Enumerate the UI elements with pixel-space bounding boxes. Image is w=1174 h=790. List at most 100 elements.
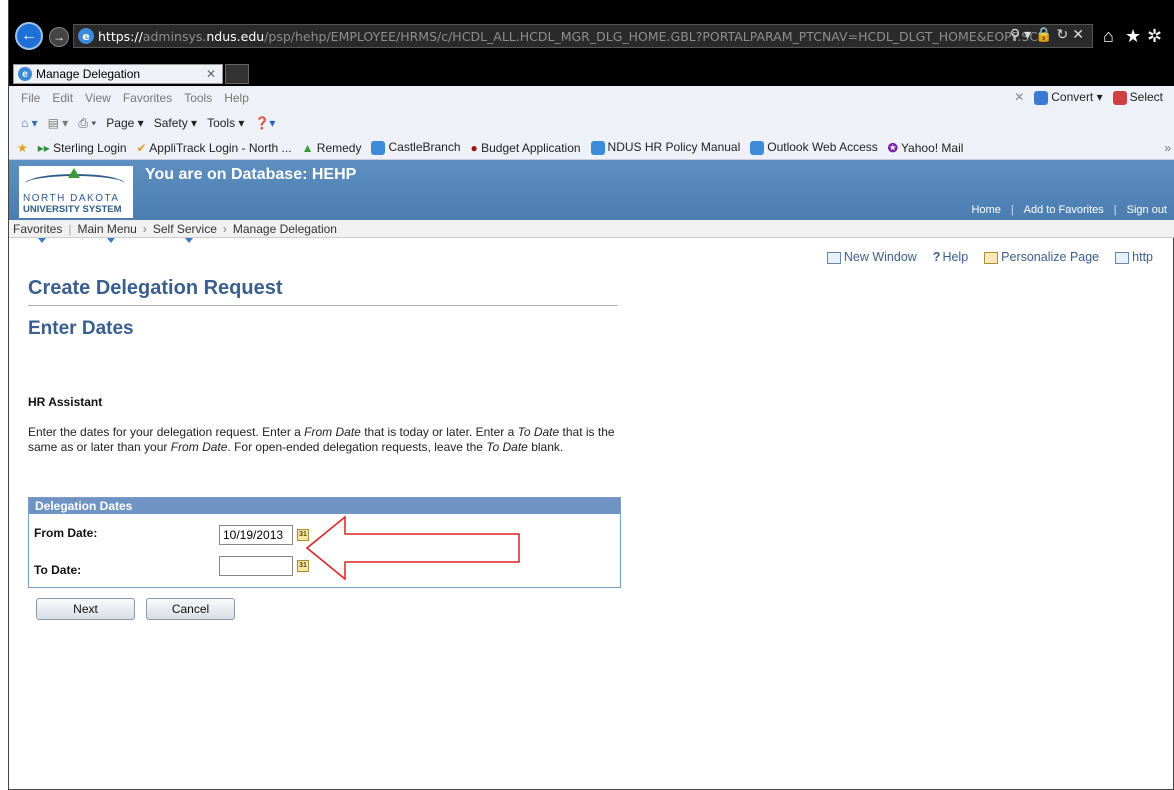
personalize-label: Personalize Page <box>1001 250 1100 264</box>
database-title: You are on Database: HEHP <box>145 166 357 183</box>
breadcrumb-main-menu[interactable]: Main Menu <box>77 222 137 243</box>
page-subtitle: Enter Dates <box>28 318 134 339</box>
instructions-text: Enter the dates for your delegation requ… <box>28 425 615 454</box>
fav-budget-label: Budget Application <box>481 140 581 155</box>
home-link[interactable]: Home <box>971 204 1000 216</box>
print-icon[interactable]: ⎙ ▾ <box>78 116 96 131</box>
address-bar-region: ← → e https://adminsys. ndus.edu/psp/hehp… <box>9 0 1174 62</box>
ie-icon <box>371 140 386 155</box>
fav-remedy-label: Remedy <box>316 140 362 155</box>
browser-window: ← → e https://adminsys. ndus.edu/psp/hehp… <box>8 0 1174 790</box>
to-date-input[interactable] <box>219 556 293 576</box>
fav-sterling-label: Sterling Login <box>53 140 127 155</box>
header-links: Home | Add to Favorites | Sign out <box>971 204 1167 216</box>
breadcrumb-self-service[interactable]: Self Service <box>153 222 217 243</box>
menu-file[interactable]: File <box>21 91 40 105</box>
gear-icon[interactable]: ✲ <box>1147 26 1162 47</box>
help-label: Help <box>942 250 969 264</box>
convert-icon <box>1034 90 1049 105</box>
safety-menu[interactable]: Safety ▾ <box>154 116 197 130</box>
home-cmd-icon[interactable]: ⌂ ▾ <box>21 116 38 130</box>
fav-outlook[interactable]: Outlook Web Access <box>750 140 878 155</box>
fav-budget[interactable]: ● Budget Application <box>471 141 581 155</box>
to-date-label: To Date: <box>34 563 82 577</box>
title-divider <box>28 305 618 306</box>
address-controls[interactable]: ⚲▾🔒↻✕ <box>1010 27 1088 43</box>
portal-header: NORTH DAKOTA UNIVERSITY SYSTEM You are o… <box>9 160 1174 220</box>
tools-menu[interactable]: Tools ▾ <box>207 116 244 130</box>
fav-castlebranch[interactable]: CastleBranch <box>371 140 461 155</box>
http-link[interactable]: http <box>1115 250 1153 264</box>
ie-tab-icon: e <box>18 67 32 81</box>
select-button[interactable]: Select <box>1112 90 1163 105</box>
new-window-label: New Window <box>843 250 917 264</box>
convert-button[interactable]: Convert ▾ <box>1034 90 1103 105</box>
breadcrumb-manage-delegation[interactable]: Manage Delegation <box>233 222 337 236</box>
tab-manage-delegation[interactable]: e Manage Delegation ✕ <box>13 64 223 84</box>
favorites-star-icon[interactable]: ★ <box>1125 26 1141 47</box>
section-heading: HR Assistant <box>28 395 103 409</box>
favorites-bar: ★ ▸▸ Sterling Login ✔ AppliTrack Login -… <box>9 136 1174 160</box>
page-tools: New Window ? Help Personalize Page http <box>826 250 1153 264</box>
menu-edit[interactable]: Edit <box>52 91 73 105</box>
annotation-arrow <box>305 515 520 581</box>
logo-line2: UNIVERSITY SYSTEM <box>23 204 122 215</box>
home-icon[interactable]: ⌂ <box>1103 26 1114 47</box>
next-label: Next <box>73 602 98 616</box>
addon-commands: ✕ Convert ▾ Select <box>1014 90 1163 105</box>
url-path: /psp/hehp/EMPLOYEE/HRMS/c/HCDL_ALL.HCDL_… <box>264 28 1048 44</box>
menu-favorites[interactable]: Favorites <box>123 91 172 105</box>
back-button[interactable]: ← <box>15 22 43 50</box>
page-menu[interactable]: Page ▾ <box>106 116 143 130</box>
command-bar: ⌂ ▾ ▤ ▾ ⎙ ▾ Page ▾ Safety ▾ Tools ▾ ❓▾ <box>9 110 1174 136</box>
ie-icon <box>750 140 765 155</box>
personalize-link[interactable]: Personalize Page <box>984 250 1099 264</box>
http-icon <box>1115 251 1130 264</box>
pencil-icon <box>984 251 999 264</box>
fav-yahoo-label: Yahoo! Mail <box>900 140 964 155</box>
sign-out-link[interactable]: Sign out <box>1127 204 1167 216</box>
url-domain: ndus.edu <box>206 28 265 44</box>
menu-tools[interactable]: Tools <box>184 91 212 105</box>
ie-icon <box>590 140 605 155</box>
close-addon-icon[interactable]: ✕ <box>1014 90 1024 104</box>
url-prefix: https:// <box>98 28 143 44</box>
menu-bar: File Edit View Favorites Tools Help <box>9 86 1174 110</box>
address-input[interactable]: e https://adminsys. ndus.edu/psp/hehp/EMP… <box>73 24 1093 48</box>
tab-title: Manage Delegation <box>36 67 141 81</box>
menu-help[interactable]: Help <box>224 91 249 105</box>
favorites-star-icon[interactable]: ★ <box>17 141 28 155</box>
fav-applitrack[interactable]: ✔ AppliTrack Login - North ... <box>137 141 292 155</box>
cancel-label: Cancel <box>171 602 210 616</box>
from-date-input[interactable] <box>219 525 293 545</box>
close-tab-icon[interactable]: ✕ <box>206 67 216 81</box>
box-title: Delegation Dates <box>29 498 620 514</box>
fav-hr-policy[interactable]: NDUS HR Policy Manual <box>590 140 741 155</box>
help-cmd-icon[interactable]: ❓▾ <box>254 116 275 130</box>
page-title: Create Delegation Request <box>28 277 283 299</box>
cancel-button[interactable]: Cancel <box>146 598 235 620</box>
forward-button[interactable]: → <box>49 27 69 47</box>
logo-line1: NORTH DAKOTA <box>23 193 120 204</box>
new-tab-button[interactable] <box>225 64 249 84</box>
select-icon <box>1112 90 1127 105</box>
next-button[interactable]: Next <box>36 598 135 620</box>
chevron-right-icon[interactable]: » <box>1164 141 1171 155</box>
fav-hr-policy-label: NDUS HR Policy Manual <box>607 140 741 155</box>
fav-castlebranch-label: CastleBranch <box>388 140 461 155</box>
new-window-icon <box>826 251 841 264</box>
breadcrumb-favorites[interactable]: Favorites <box>13 222 62 243</box>
fav-remedy[interactable]: ▲ Remedy <box>302 141 362 155</box>
convert-label: Convert <box>1051 90 1094 104</box>
ie-page-icon: e <box>78 28 94 44</box>
fav-sterling[interactable]: ▸▸ Sterling Login <box>38 141 127 155</box>
select-label: Select <box>1129 90 1163 104</box>
fav-yahoo[interactable]: ✪ Yahoo! Mail <box>888 141 964 155</box>
help-link[interactable]: ? Help <box>933 250 968 264</box>
new-window-link[interactable]: New Window <box>826 250 917 264</box>
menu-view[interactable]: View <box>85 91 111 105</box>
ndus-logo: NORTH DAKOTA UNIVERSITY SYSTEM <box>19 166 133 218</box>
feeds-icon[interactable]: ▤ ▾ <box>48 116 69 130</box>
add-to-favorites-link[interactable]: Add to Favorites <box>1024 204 1104 216</box>
fav-applitrack-label: AppliTrack Login - North ... <box>149 140 292 155</box>
